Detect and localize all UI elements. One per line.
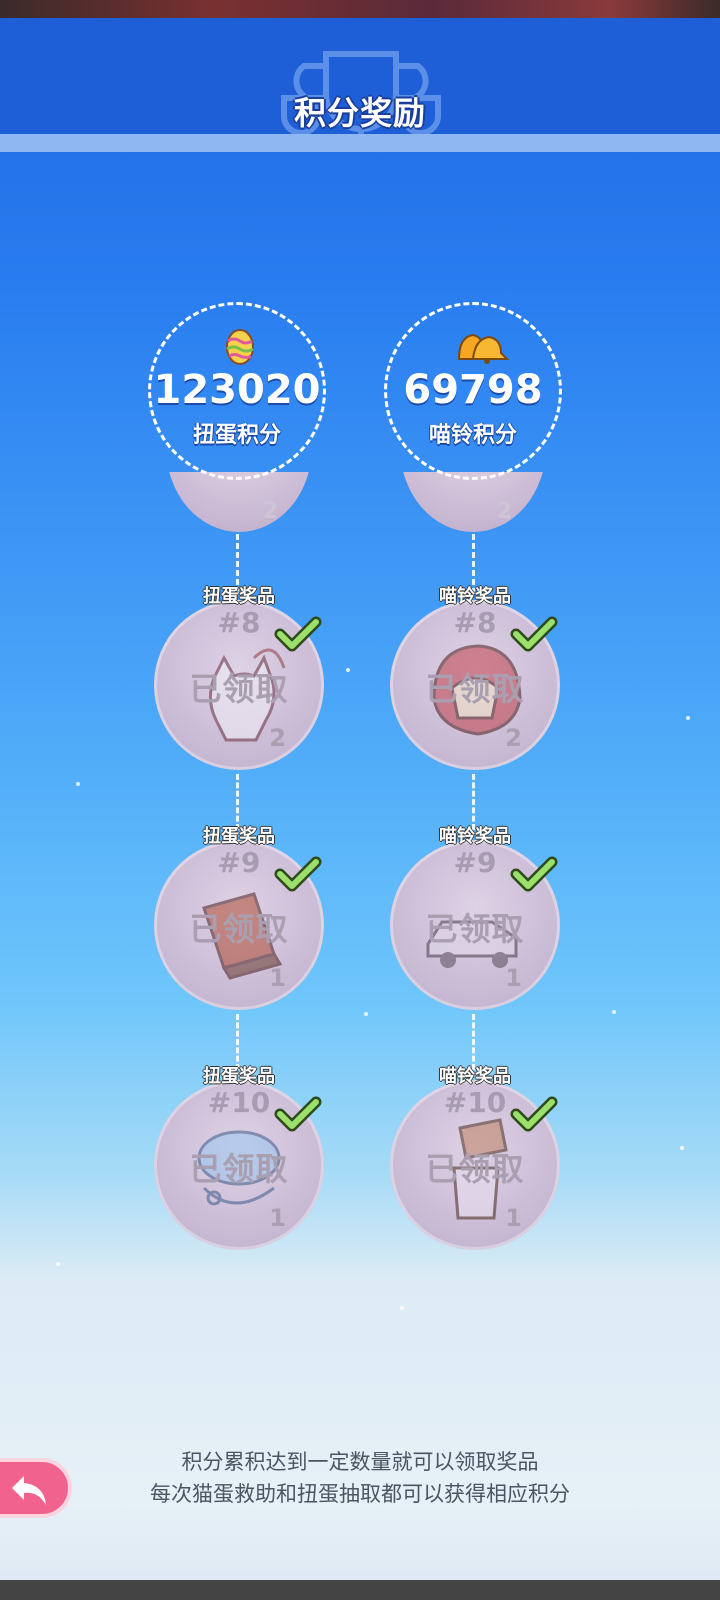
check-icon <box>274 856 322 892</box>
sparkle <box>612 1010 616 1014</box>
gacha-reward-8[interactable]: 扭蛋奖品 #8 已领取 2 <box>154 586 324 770</box>
reward-name: 喵铃奖品 <box>439 586 511 607</box>
bell-reward-10[interactable]: 喵铃奖品 #10 已领取 1 <box>390 1066 560 1250</box>
sparkle <box>346 668 350 672</box>
footer-hint-line-2: 每次猫蛋救助和扭蛋抽取都可以获得相应积分 <box>150 1482 570 1506</box>
bell-score-circle: 69798 喵铃积分 <box>384 302 562 480</box>
bottom-bar <box>0 1580 720 1600</box>
footer-hint-line-1: 积分累积达到一定数量就可以领取奖品 <box>181 1450 539 1474</box>
check-icon <box>510 616 558 652</box>
reward-quantity: 2 <box>505 724 522 752</box>
gacha-score-circle: 123020 扭蛋积分 <box>148 302 326 480</box>
bell-score-value: 69798 <box>403 367 543 413</box>
reward-name: 喵铃奖品 <box>439 1066 511 1087</box>
check-icon <box>510 856 558 892</box>
reward-quantity: 2 <box>496 499 512 524</box>
claimed-label: 已领取 <box>189 910 289 948</box>
sparkle <box>680 1146 684 1150</box>
check-icon <box>274 1096 322 1132</box>
reward-disc <box>400 472 546 532</box>
reward-name: 扭蛋奖品 <box>203 826 275 847</box>
reward-quantity: 1 <box>505 1204 522 1232</box>
reward-partial-right[interactable]: 2 <box>400 472 546 532</box>
claimed-label: 已领取 <box>425 1150 525 1188</box>
header-divider <box>0 134 720 152</box>
back-button[interactable] <box>0 1458 72 1518</box>
gacha-reward-9[interactable]: 扭蛋奖品 #9 已领取 1 <box>154 826 324 1010</box>
easter-egg-icon <box>226 329 254 365</box>
sparkle <box>686 716 690 720</box>
back-arrow-icon <box>12 1476 46 1505</box>
check-icon <box>274 616 322 652</box>
bell-icon <box>457 333 510 364</box>
bell-score-label: 喵铃积分 <box>428 423 517 448</box>
reward-partial-left[interactable]: 2 <box>166 472 312 532</box>
sparkle <box>76 782 80 786</box>
claimed-label: 已领取 <box>425 670 525 708</box>
reward-quantity: 2 <box>262 499 278 524</box>
reward-quantity: 2 <box>269 724 286 752</box>
reward-name: 扭蛋奖品 <box>203 1066 275 1087</box>
sparkle <box>56 1262 60 1266</box>
reward-quantity: 1 <box>269 1204 286 1232</box>
claimed-label: 已领取 <box>189 1150 289 1188</box>
reward-name: 扭蛋奖品 <box>203 586 275 607</box>
sparkle <box>400 1306 404 1310</box>
bell-reward-9[interactable]: 喵铃奖品 #9 已领取 1 <box>390 826 560 1010</box>
reward-name: 喵铃奖品 <box>439 826 511 847</box>
gacha-reward-10[interactable]: 扭蛋奖品 #10 已领取 1 <box>154 1066 324 1250</box>
bell-reward-8[interactable]: 喵铃奖品 #8 已领取 2 <box>390 586 560 770</box>
check-icon <box>510 1096 558 1132</box>
page-title: 积分奖励 <box>293 94 426 132</box>
sparkle <box>364 1012 368 1016</box>
header: 积分奖励 <box>0 18 720 149</box>
gacha-score-value: 123020 <box>153 367 321 413</box>
reward-quantity: 1 <box>505 964 522 992</box>
gacha-score-label: 扭蛋积分 <box>192 423 281 448</box>
top-banner-strip <box>0 0 720 18</box>
reward-disc <box>166 472 312 532</box>
claimed-label: 已领取 <box>189 670 289 708</box>
claimed-label: 已领取 <box>425 910 525 948</box>
reward-quantity: 1 <box>269 964 286 992</box>
